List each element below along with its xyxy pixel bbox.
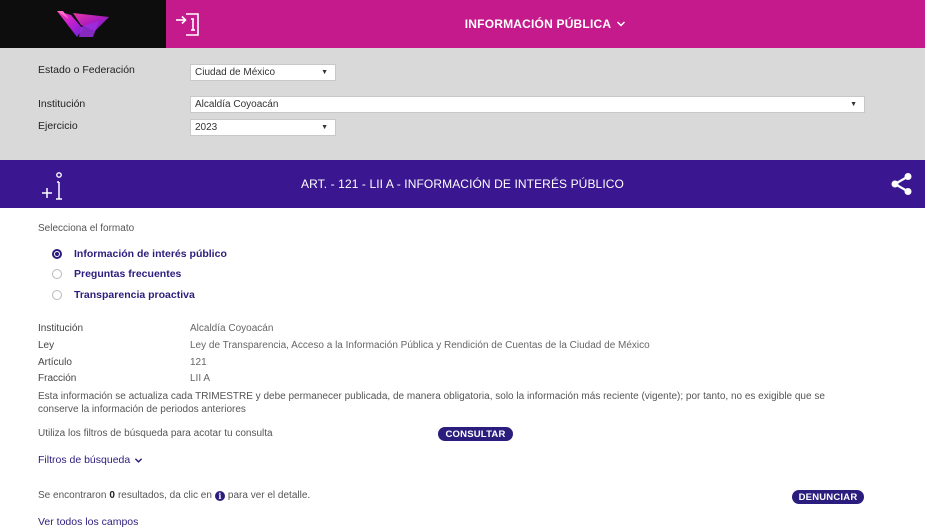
search-hint: Utiliza los filtros de búsqueda para aco… [38,428,273,439]
chevron-down-icon [135,457,143,463]
detail-key-articulo: Artículo [38,357,72,368]
detail-value-fraccion: LII A [190,373,211,384]
results-count: 0 [109,490,115,501]
institucion-select[interactable]: Alcaldía Coyoacán ▼ [190,96,865,113]
institucion-label: Institución [38,98,86,110]
institucion-value: Alcaldía Coyoacán [195,99,279,110]
ejercicio-select[interactable]: 2023 ▼ [190,119,336,136]
caret-down-icon: ▼ [321,124,328,131]
detail-value-ley: Ley de Transparencia, Acceso a la Inform… [190,340,650,351]
format-option-label: Transparencia proactiva [74,289,195,301]
filtros-busqueda-link[interactable]: Filtros de búsqueda [38,454,143,466]
estado-select[interactable]: Ciudad de México ▼ [190,64,336,81]
denunciar-button[interactable]: DENUNCIAR [792,490,864,504]
results-suffix: para ver el detalle. [227,490,311,501]
topbar-main: INFORMACIÓN PÚBLICA [166,0,925,48]
ejercicio-label: Ejercicio [38,120,78,132]
estado-value: Ciudad de México [195,67,276,78]
detail-key-fraccion: Fracción [38,373,77,384]
format-option-proactiva[interactable]: Transparencia proactiva [52,289,195,301]
detail-value-institucion: Alcaldía Coyoacán [190,323,274,334]
detail-value-articulo: 121 [190,357,207,368]
radio-selected-icon[interactable] [52,249,62,259]
radio-icon[interactable] [52,290,62,300]
consultar-button[interactable]: CONSULTAR [438,427,513,441]
detail-key-ley: Ley [38,340,55,351]
update-note: Esta información se actualiza cada TRIME… [38,391,825,415]
format-option-label: Preguntas frecuentes [74,268,182,280]
section-band: ART. - 121 - LII A - INFORMACIÓN DE INTE… [0,160,925,208]
share-icon[interactable] [890,172,914,196]
chevron-down-icon [617,21,626,27]
results-prefix: Se encontraron [38,490,107,501]
ejercicio-value: 2023 [195,122,218,133]
header-title: INFORMACIÓN PÚBLICA [464,17,612,31]
section-title: ART. - 121 - LII A - INFORMACIÓN DE INTE… [301,177,624,191]
filtros-busqueda-label: Filtros de búsqueda [38,454,131,466]
logo[interactable] [0,0,166,48]
results-summary: Se encontraron 0 resultados, da clic en … [38,490,310,501]
info-icon: i [214,490,225,501]
results-middle: resultados, da clic en [117,490,212,501]
detail-key-institucion: Institución [38,323,84,334]
format-option-label: Información de interés público [74,248,227,260]
info-publica-menu[interactable]: INFORMACIÓN PÚBLICA [465,17,626,31]
radio-icon[interactable] [52,269,62,279]
format-label: Selecciona el formato [38,223,135,234]
filter-panel: Estado o Federación Ciudad de México ▼ I… [0,48,925,160]
info-plus-icon [42,172,62,200]
ver-todos-campos-link[interactable]: Ver todos los campos [38,516,138,527]
caret-down-icon: ▼ [850,101,857,108]
logo-icon [57,11,109,37]
top-bar: INFORMACIÓN PÚBLICA [0,0,925,48]
format-option-interes-publico[interactable]: Información de interés público [52,248,227,260]
estado-label: Estado o Federación [38,64,135,76]
caret-down-icon: ▼ [321,69,328,76]
login-icon[interactable] [174,10,202,38]
format-option-preguntas[interactable]: Preguntas frecuentes [52,268,181,280]
